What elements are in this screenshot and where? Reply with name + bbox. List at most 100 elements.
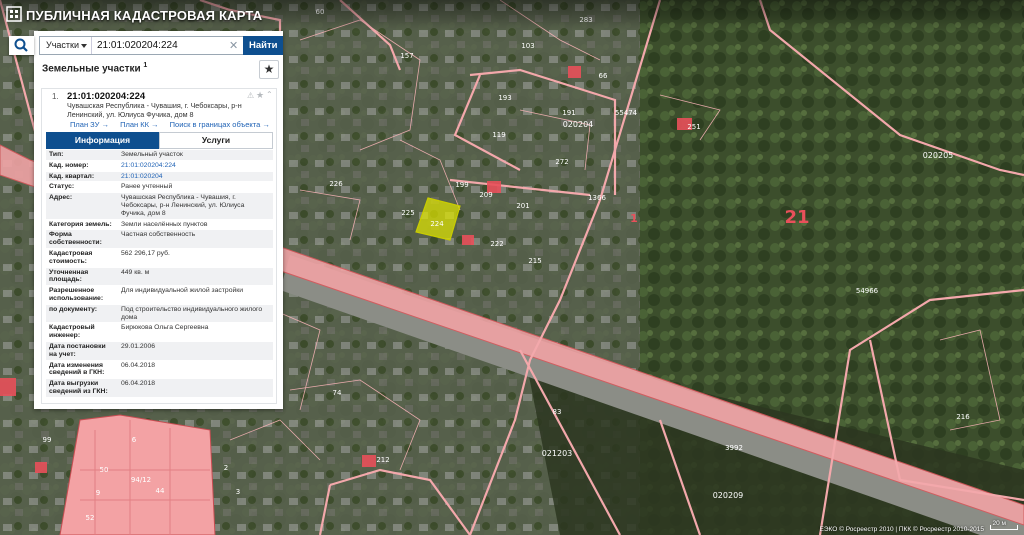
attr-row-engineer: Кадастровый инженер: Бирюкова Ольга Серге…	[46, 323, 273, 342]
attr-value: Ранее учтенный	[121, 183, 173, 191]
result-count: 1	[143, 62, 148, 69]
attr-row-ownership: Форма собственности: Частная собственност…	[46, 230, 273, 249]
attr-value-link[interactable]: 21:01:020204:224	[118, 161, 273, 171]
attr-row-address: Адрес: Чувашская Республика - Чувашия, г.…	[46, 193, 273, 220]
attr-value: Земельный участок	[121, 151, 183, 158]
search-input[interactable]	[93, 37, 239, 54]
map-label: 66	[599, 72, 608, 80]
map-label: 222	[490, 240, 503, 248]
search-type-select[interactable]: Участки	[40, 37, 92, 54]
map-label: 50	[100, 466, 109, 474]
attr-value: Земли населённых пунктов	[121, 220, 208, 228]
result-card[interactable]: 1. 21:01:020204:224 ⚠ ★ ⌃ Чувашская Респ…	[41, 88, 277, 404]
section-title-text: Земельные участки	[42, 63, 141, 75]
result-number: 1.	[52, 92, 59, 101]
attr-value: 449 кв. м	[121, 268, 150, 276]
attr-value: Чувашская Республика - Чувашия, г. Чебок…	[121, 194, 245, 217]
attr-row-cad-cost: Кадастровая стоимость: 562 296,17 руб.	[46, 248, 273, 268]
map-label: 52	[86, 514, 95, 522]
map-label: 157	[400, 52, 413, 60]
scale-bar	[990, 525, 1018, 530]
attr-row-registration-date: Дата постановки на учет: 29.01.2006	[46, 341, 273, 361]
attr-row-change-date: Дата изменения сведений в ГКН: 06.04.2018	[46, 360, 273, 380]
search-box: Участки ✕ Найти	[39, 36, 283, 55]
map-label: 215	[528, 257, 541, 265]
attr-key: Категория земель:	[49, 220, 112, 228]
attr-key: Кадастровый инженер:	[49, 324, 95, 340]
collapse-icon[interactable]: ⌃	[266, 90, 273, 99]
tab-information[interactable]: Информация	[46, 132, 159, 149]
attr-key: Дата постановки на учет:	[49, 342, 106, 358]
search-icon	[14, 38, 28, 52]
link-search-in-bounds[interactable]: Поиск в границах объекта →	[170, 120, 270, 129]
star-icon: ★	[263, 62, 275, 76]
link-plan-zu[interactable]: План ЗУ →	[70, 120, 109, 129]
map-label: 020204	[563, 120, 594, 129]
map-label: 55474	[615, 109, 638, 117]
map-label: 1	[630, 212, 638, 225]
app-title: ПУБЛИЧНАЯ КАДАСТРОВАЯ КАРТА	[26, 8, 263, 23]
map-label: 191	[562, 109, 575, 117]
map-label: 212	[376, 456, 389, 464]
map-label: 54966	[856, 287, 879, 295]
attr-key: Кад. квартал:	[49, 172, 95, 180]
attr-row-area: Уточненная площадь: 449 кв. м	[46, 267, 273, 287]
map-label: 3992	[725, 444, 743, 452]
attr-row-permitted-use: Разрешенное использование: Для индивидуал…	[46, 286, 273, 305]
warning-icon[interactable]: ⚠	[247, 91, 254, 100]
link-plan-kk[interactable]: План КК →	[120, 120, 159, 129]
map-label: 1366	[588, 194, 606, 202]
attr-row-export-date: Дата выгрузки сведений из ГКН: 06.04.2018	[46, 379, 273, 398]
attr-key: Кад. номер:	[49, 161, 89, 169]
map-label: 94/12	[131, 476, 151, 484]
attr-value: Бирюкова Ольга Сергеевна	[121, 324, 209, 332]
result-links: План ЗУ → План КК → Поиск в границах объ…	[70, 120, 279, 129]
map-label: 74	[333, 389, 342, 397]
map-label: 193	[498, 94, 511, 102]
attr-value: 562 296,17 руб.	[121, 249, 170, 257]
map-label: 199	[455, 181, 468, 189]
search-type-label: Участки	[46, 40, 79, 50]
map-label: 021203	[542, 449, 573, 458]
tabs: Информация Услуги	[46, 132, 273, 149]
search-row: Участки ✕ Найти	[9, 36, 283, 55]
favorite-star-icon[interactable]: ★	[256, 90, 264, 101]
map-label: 251	[687, 123, 700, 131]
attr-row-type: Тип: Земельный участок	[46, 150, 273, 161]
attr-row-by-document: по документу: Под строительство индивидуа…	[46, 304, 273, 324]
attr-value: Для индивидуальной жилой застройки	[121, 287, 244, 295]
attribute-table: Тип: Земельный участок Кад. номер: 21:01:0…	[46, 150, 273, 398]
map-label: 6	[132, 436, 137, 444]
map-label: 44	[156, 487, 165, 495]
top-bar: ПУБЛИЧНАЯ КАДАСТРОВАЯ КАРТА	[0, 0, 1024, 32]
search-toggle-button[interactable]	[9, 36, 34, 55]
map-label: 216	[956, 413, 970, 421]
attr-value: 29.01.2006	[121, 342, 156, 350]
attr-row-land-category: Категория земель: Земли населённых пункто…	[46, 219, 273, 231]
app-logo-icon	[6, 6, 22, 22]
map-label: 99	[43, 436, 52, 444]
attr-key: Дата выгрузки сведений из ГКН:	[49, 380, 108, 395]
attr-value: 06.04.2018	[121, 380, 156, 388]
map-label: 9	[96, 489, 100, 497]
favorites-button[interactable]: ★	[259, 60, 279, 79]
attr-row-cad-number: Кад. номер: 21:01:020204:224	[46, 160, 273, 172]
attr-row-cad-quarter: Кад. квартал: 21:01:020204	[46, 171, 273, 183]
tab-services[interactable]: Услуги	[159, 132, 273, 149]
clear-icon[interactable]: ✕	[229, 39, 238, 52]
map-label: 225	[401, 209, 414, 217]
map-label: 020205	[923, 151, 954, 160]
attr-key: Тип:	[49, 151, 64, 158]
attr-key: Статус:	[49, 183, 75, 191]
attr-key: Форма собственности:	[49, 231, 102, 247]
attr-key: Уточненная площадь:	[49, 268, 89, 284]
attr-key: Дата изменения сведений в ГКН:	[49, 361, 105, 377]
copyright: ЕЭКО © Росреестр 2010 | ПКК © Росреестр …	[819, 526, 984, 533]
attr-value-link[interactable]: 21:01:020204	[118, 172, 273, 182]
map-label: 2	[224, 464, 228, 472]
attr-key: Адрес:	[49, 194, 73, 202]
find-button[interactable]: Найти	[243, 36, 283, 55]
map-label: 103	[521, 42, 534, 50]
attr-key: Разрешенное использование:	[49, 287, 104, 302]
attr-value: Под строительство индивидуального жилого…	[121, 305, 263, 321]
